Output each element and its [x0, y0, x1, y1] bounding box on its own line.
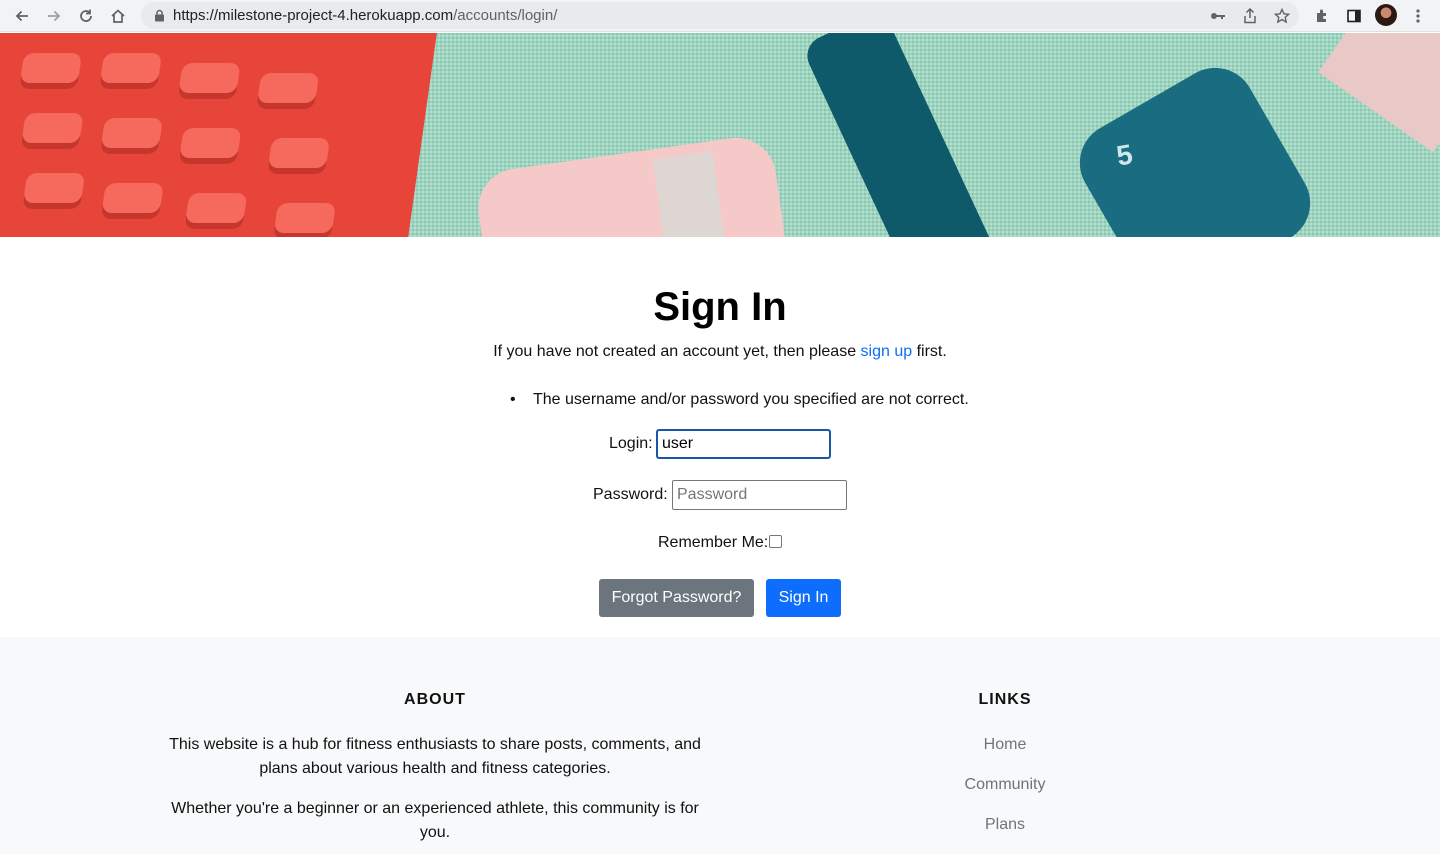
address-bar[interactable]: https://milestone-project-4.herokuapp.co…	[141, 2, 1299, 29]
signup-prompt: If you have not created an account yet, …	[493, 343, 947, 360]
about-paragraph-1: This website is a hub for fitness enthus…	[169, 736, 701, 777]
footer-link-plans[interactable]: Plans	[880, 816, 1130, 834]
reload-icon[interactable]	[74, 4, 98, 28]
remember-me-checkbox[interactable]	[769, 535, 782, 548]
sidebar-icon[interactable]	[1342, 4, 1366, 28]
hero-banner-image: 5	[0, 33, 1440, 237]
share-icon[interactable]	[1238, 4, 1262, 28]
signup-link[interactable]: sign up	[861, 343, 913, 360]
sign-in-button[interactable]: Sign In	[766, 579, 841, 617]
password-label: Password:	[593, 486, 668, 503]
remember-me-label: Remember Me:	[658, 534, 769, 551]
forward-icon[interactable]	[42, 4, 66, 28]
browser-toolbar: https://milestone-project-4.herokuapp.co…	[0, 0, 1440, 32]
back-icon[interactable]	[10, 4, 34, 28]
page-title: Sign In	[653, 285, 787, 329]
profile-avatar[interactable]	[1375, 4, 1397, 26]
password-input[interactable]	[672, 480, 847, 510]
footer-link-home[interactable]: Home	[880, 736, 1130, 754]
footer: ABOUT This website is a hub for fitness …	[0, 637, 1440, 854]
links-heading: LINKS	[978, 691, 1032, 708]
foam-roller	[0, 33, 439, 237]
key-icon[interactable]	[1206, 4, 1230, 28]
menu-dots-icon[interactable]	[1406, 4, 1430, 28]
pink-mat-corner	[1318, 33, 1440, 153]
footer-link-community[interactable]: Community	[880, 776, 1130, 794]
lock-icon	[154, 9, 165, 27]
ankle-weight	[473, 132, 787, 237]
star-icon[interactable]	[1270, 4, 1294, 28]
login-label: Login:	[609, 435, 653, 452]
forgot-password-button[interactable]: Forgot Password?	[599, 579, 754, 617]
about-heading: ABOUT	[404, 691, 466, 708]
signin-section: Sign In If you have not created an accou…	[0, 237, 1440, 637]
dumbbell: 5	[1065, 53, 1325, 237]
url-text: https://milestone-project-4.herokuapp.co…	[173, 7, 558, 24]
extensions-icon[interactable]	[1310, 4, 1334, 28]
error-message: The username and/or password you specifi…	[510, 391, 969, 409]
dumbbell-handle	[800, 33, 1010, 237]
login-input[interactable]	[656, 429, 831, 459]
about-paragraph-2: Whether you're a beginner or an experien…	[171, 800, 699, 841]
home-icon[interactable]	[106, 4, 130, 28]
